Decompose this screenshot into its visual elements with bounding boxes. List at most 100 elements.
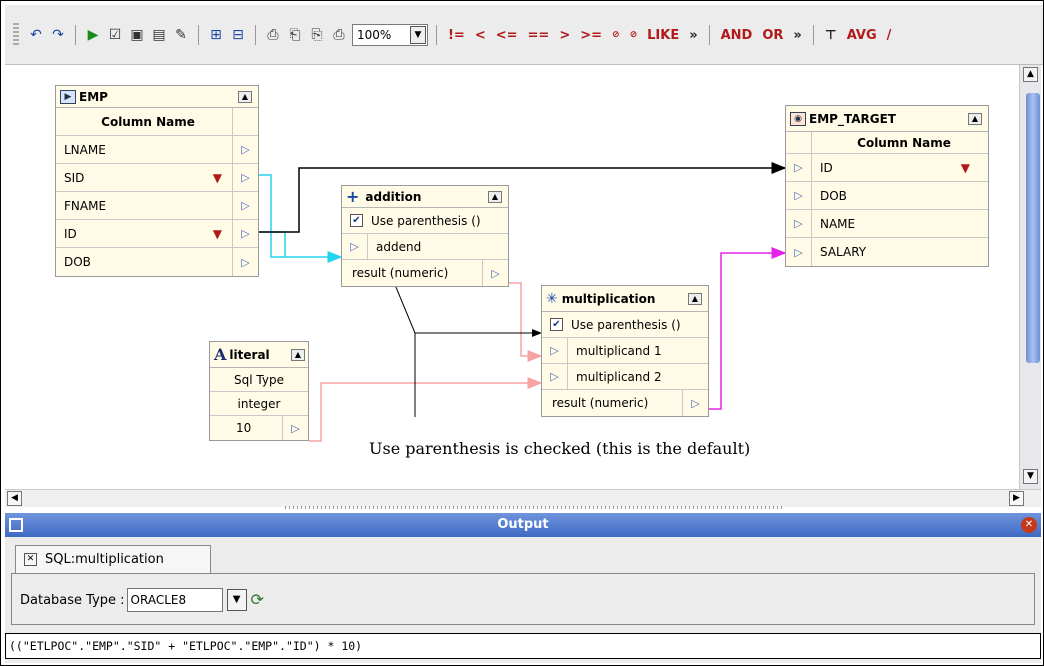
zoom-select[interactable]: 100% ▼	[352, 24, 428, 46]
parenthesis-row[interactable]: ✔ Use parenthesis ()	[542, 312, 708, 338]
input-port-icon[interactable]: ▷	[542, 364, 568, 389]
operator-and[interactable]: AND	[718, 28, 756, 43]
use-parenthesis-checkbox[interactable]: ✔	[350, 214, 363, 227]
operator-or[interactable]: OR	[759, 28, 786, 43]
table-row[interactable]: ▷ ID ▼	[786, 154, 988, 182]
minimize-icon[interactable]	[9, 518, 23, 532]
scroll-down-icon[interactable]: ▼	[1023, 469, 1038, 484]
chevron-down-icon[interactable]: ▼	[410, 26, 426, 44]
more-operators-icon[interactable]: »	[686, 28, 700, 43]
emp-target-table[interactable]: ◉ EMP_TARGET ▲ Column Name ▷ ID ▼ ▷ DOB …	[785, 105, 989, 267]
page-setup-icon[interactable]: ⎘	[308, 26, 326, 44]
collapse-icon[interactable]: ▲	[968, 112, 982, 125]
result-row[interactable]: result (numeric) ▷	[542, 390, 708, 416]
operator-like[interactable]: LIKE	[644, 28, 682, 43]
addition-header[interactable]: + addition ▲	[342, 186, 508, 208]
operator-avg[interactable]: AVG	[844, 28, 880, 43]
emp-header[interactable]: ▶ EMP ▲	[56, 86, 258, 108]
toolbar-grip[interactable]	[13, 23, 19, 47]
output-port-icon[interactable]: ▷	[232, 192, 258, 219]
collapse-icon[interactable]: ▲	[688, 292, 702, 305]
close-tab-icon[interactable]: ✕	[24, 553, 37, 566]
collapse-icon[interactable]: ▲	[291, 348, 305, 361]
multiplication-operator[interactable]: ✳ multiplication ▲ ✔ Use parenthesis () …	[541, 285, 709, 417]
table-row[interactable]: DOB ▷	[56, 248, 258, 276]
input-port-icon[interactable]: ▷	[542, 338, 568, 363]
refresh-icon[interactable]: ⟳	[251, 589, 273, 611]
redo-icon[interactable]: ↷	[49, 26, 67, 44]
output-port-icon[interactable]: ▷	[482, 260, 508, 286]
use-parenthesis-checkbox[interactable]: ✔	[550, 318, 563, 331]
scroll-thumb[interactable]	[1026, 93, 1040, 363]
table-row[interactable]: ▷ DOB	[786, 182, 988, 210]
tab-sql-multiplication[interactable]: ✕ SQL:multiplication	[15, 545, 211, 573]
output-port-icon[interactable]: ▷	[682, 390, 708, 416]
properties-icon[interactable]: ▤	[150, 26, 168, 44]
sql-type-value-row[interactable]: integer	[210, 392, 308, 416]
print-preview-icon[interactable]: ⎗	[286, 26, 304, 44]
output-port-icon[interactable]: ▷	[232, 164, 258, 191]
input-port-icon[interactable]: ▷	[786, 210, 812, 237]
operator-greater-than[interactable]: >	[556, 28, 573, 43]
horizontal-scrollbar[interactable]: ◀ ▶	[5, 489, 1041, 507]
validate-icon[interactable]: ☑	[106, 26, 124, 44]
literal-value-row[interactable]: 10 ▷	[210, 416, 308, 440]
scroll-right-icon[interactable]: ▶	[1009, 491, 1024, 506]
sql-output[interactable]: (("ETLPOC"."EMP"."SID" + "ETLPOC"."EMP".…	[5, 633, 1041, 659]
emp-table[interactable]: ▶ EMP ▲ Column Name LNAME ▷ SID ▼ ▷ FNAM…	[55, 85, 259, 277]
parenthesis-row[interactable]: ✔ Use parenthesis ()	[342, 208, 508, 234]
input-row[interactable]: ▷ multiplicand 1	[542, 338, 708, 364]
operator-equal[interactable]: ==	[525, 28, 553, 43]
undo-icon[interactable]: ↶	[27, 26, 45, 44]
fit-page-icon[interactable]: ⎙	[264, 26, 282, 44]
input-port-icon[interactable]: ▷	[786, 238, 812, 266]
is-null-icon[interactable]: ⊘	[609, 30, 623, 40]
input-row[interactable]: ▷ addend	[342, 234, 508, 260]
emp-target-header[interactable]: ◉ EMP_TARGET ▲	[786, 106, 988, 132]
sum-icon[interactable]: ⊤	[822, 28, 840, 43]
input-port-icon[interactable]: ▷	[342, 234, 368, 259]
close-icon[interactable]: ✕	[1021, 517, 1037, 533]
literal-operator[interactable]: A literal ▲ Sql Type integer 10 ▷	[209, 341, 309, 441]
output-port-icon[interactable]: ▷	[232, 136, 258, 163]
input-port-icon[interactable]: ▷	[786, 154, 812, 181]
database-type-select[interactable]: ORACLE8	[126, 588, 223, 612]
collaboration-icon[interactable]: ▣	[128, 26, 146, 44]
operator-less-equal[interactable]: <=	[493, 28, 521, 43]
vertical-scrollbar[interactable]: ▲ ▼	[1019, 65, 1041, 489]
table-row[interactable]: LNAME ▷	[56, 136, 258, 164]
divide-icon[interactable]: /	[884, 28, 895, 43]
auto-layout-icon[interactable]: ⊞	[207, 26, 225, 44]
table-row[interactable]: FNAME ▷	[56, 192, 258, 220]
scroll-left-icon[interactable]: ◀	[7, 491, 22, 506]
run-icon[interactable]: ▶	[84, 26, 102, 44]
output-port-icon[interactable]: ▷	[232, 220, 258, 247]
table-row[interactable]: ▷ NAME	[786, 210, 988, 238]
collapse-icon[interactable]: ▲	[238, 90, 252, 103]
print-icon[interactable]: ⎙	[330, 26, 348, 44]
multiplication-header[interactable]: ✳ multiplication ▲	[542, 286, 708, 312]
chevron-down-icon[interactable]: ▼	[226, 589, 247, 611]
column-name: SALARY	[820, 245, 867, 259]
input-port-icon[interactable]: ▷	[786, 182, 812, 209]
edit-icon[interactable]: ✎	[172, 26, 190, 44]
literal-header[interactable]: A literal ▲	[210, 342, 308, 368]
table-row[interactable]: ▷ SALARY	[786, 238, 988, 266]
collapse-icon[interactable]: ⊟	[229, 26, 247, 44]
scroll-up-icon[interactable]: ▲	[1023, 67, 1038, 82]
collapse-icon[interactable]: ▲	[488, 190, 502, 203]
input-row[interactable]: ▷ multiplicand 2	[542, 364, 708, 390]
operator-greater-equal[interactable]: >=	[577, 28, 605, 43]
result-row[interactable]: result (numeric) ▷	[342, 260, 508, 286]
addition-operator[interactable]: + addition ▲ ✔ Use parenthesis () ▷ adde…	[341, 185, 509, 287]
output-port-icon[interactable]: ▷	[282, 416, 308, 440]
is-not-null-icon[interactable]: ⊘	[627, 30, 641, 40]
table-row[interactable]: SID ▼ ▷	[56, 164, 258, 192]
panel-splitter[interactable]	[285, 506, 785, 509]
mapping-canvas[interactable]: ▶ EMP ▲ Column Name LNAME ▷ SID ▼ ▷ FNAM…	[5, 65, 1019, 489]
more-logic-icon[interactable]: »	[790, 28, 804, 43]
table-row[interactable]: ID ▼ ▷	[56, 220, 258, 248]
operator-less-than[interactable]: <	[472, 28, 489, 43]
operator-not-equal[interactable]: !=	[445, 28, 468, 43]
output-port-icon[interactable]: ▷	[232, 248, 258, 276]
